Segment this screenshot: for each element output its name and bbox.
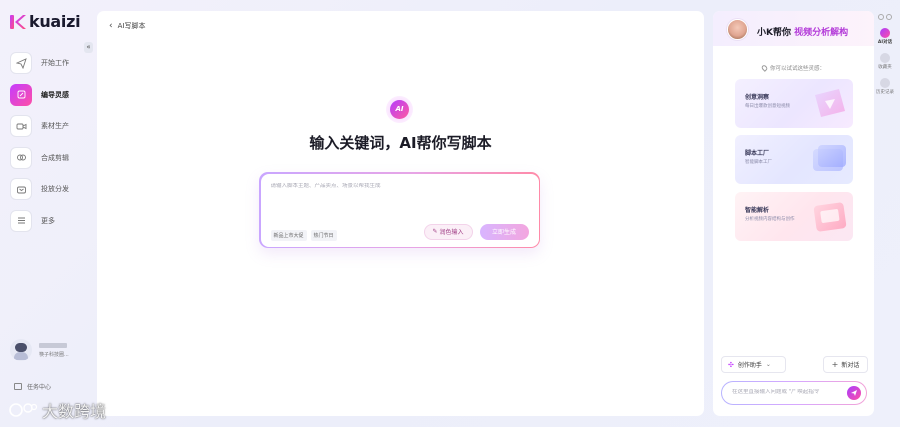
task-center-label: 任务中心: [27, 384, 52, 391]
sidebar-item-label: 投放分发: [41, 185, 69, 194]
rail-item-label: 历史记录: [876, 89, 894, 95]
location-pin-icon: [760, 64, 769, 72]
sidebar-nav: 开始工作 编导灵感 素材生产 合成剪辑 投放分发 更多: [10, 51, 69, 241]
collapse-sidebar-button[interactable]: «: [84, 42, 93, 53]
right-rail: AI对话 收藏夹 历史记录: [875, 14, 895, 124]
main-panel: ‹ AI写脚本 AI 输入关键词，AI帮你写脚本 新品上市大促 热门节日 ✎ 润…: [97, 11, 704, 416]
new-chat-label: 新对话: [841, 362, 860, 369]
rail-item-history[interactable]: 历史记录: [875, 77, 895, 96]
page-title: 输入关键词，AI帮你写脚本: [309, 134, 492, 152]
assistant-panel: 小K帮你 视频分析解构 你可以试试这些灵感： 创意洞察 每日出爆款创意短视频 脚…: [713, 11, 874, 416]
link-icon: [10, 146, 32, 169]
layers-illustration-icon: [813, 145, 846, 171]
watermark-logo-icon: [8, 400, 38, 420]
menu-icon: [10, 209, 32, 232]
user-name-redacted: [39, 342, 67, 348]
card-description: 分析视频内容结构与创作: [745, 217, 795, 222]
sidebar: kuaizi « 开始工作 编导灵感 素材生产 合成剪辑 投放分发 更多 筷子科…: [0, 0, 93, 427]
watermark: 大数跨境: [8, 398, 106, 422]
ai-logo-icon: AI: [390, 100, 409, 119]
prompt-input[interactable]: [270, 182, 526, 189]
sidebar-item-inspiration[interactable]: 编导灵感: [10, 83, 69, 107]
card-title: 创意洞察: [745, 94, 770, 101]
expand-icon[interactable]: [886, 14, 892, 20]
sidebar-item-start-work[interactable]: 开始工作: [10, 51, 69, 75]
sidebar-item-label: 合成剪辑: [41, 153, 69, 162]
assistant-title-highlight: 视频分析解构: [794, 28, 849, 38]
chevron-left-icon: ‹: [109, 20, 113, 31]
back-breadcrumb[interactable]: ‹ AI写脚本: [109, 21, 145, 31]
avatar: [10, 339, 32, 361]
assistant-title: 小K帮你 视频分析解构: [757, 25, 848, 38]
ai-badge: AI: [386, 96, 413, 123]
share-icon: [10, 178, 32, 201]
assistant-header: 小K帮你 视频分析解构: [713, 11, 874, 46]
chevron-down-icon: ⌄: [765, 361, 771, 368]
creation-helper-dropdown[interactable]: ✣ 创作助手 ⌄: [721, 356, 786, 373]
user-info: 筷子科技圈...: [39, 342, 69, 358]
sidebar-item-label: 更多: [41, 216, 55, 225]
sidebar-item-material[interactable]: 素材生产: [10, 114, 69, 138]
polish-input-button[interactable]: ✎ 润色输入: [423, 223, 473, 240]
feature-card-insight[interactable]: 创意洞察 每日出爆款创意短视频: [735, 79, 853, 128]
brand-logo[interactable]: kuaizi: [10, 12, 81, 31]
prompt-box-inner: 新品上市大促 热门节日 ✎ 润色输入 立即生成: [260, 173, 539, 247]
sidebar-item-label: 编导灵感: [41, 90, 69, 99]
prompt-box: 新品上市大促 热门节日 ✎ 润色输入 立即生成: [259, 172, 540, 248]
task-center-link[interactable]: 任务中心: [14, 382, 51, 391]
hint-text: 你可以试试这些灵感：: [769, 66, 825, 72]
sidebar-item-more[interactable]: 更多: [10, 209, 69, 233]
rail-window-controls: [875, 14, 895, 20]
task-icon: [14, 383, 22, 390]
prompt-tags: 新品上市大促 热门节日: [270, 229, 337, 241]
send-icon: [851, 390, 857, 396]
sidebar-item-label: 素材生产: [41, 122, 69, 131]
prism-illustration-icon: [815, 89, 845, 117]
watermark-text: 大数跨境: [42, 402, 107, 421]
generate-button[interactable]: 立即生成: [479, 223, 529, 240]
rail-item-ai-chat[interactable]: AI对话: [875, 28, 895, 46]
assistant-title-prefix: 小K帮你: [757, 28, 795, 38]
helper-dropdown-label: 创作助手: [737, 362, 762, 369]
prompt-tag[interactable]: 热门节日: [310, 229, 337, 241]
card-title: 智能解析: [745, 207, 770, 214]
sidebar-item-label: 开始工作: [41, 59, 69, 67]
rail-item-label: AI对话: [877, 40, 893, 45]
card-description: 每日出爆款创意短视频: [745, 104, 790, 109]
brand-name: kuaizi: [29, 12, 81, 31]
prompt-tag[interactable]: 新品上市大促: [270, 229, 307, 241]
plus-icon: +: [831, 360, 839, 369]
history-icon: [880, 77, 890, 88]
film-illustration-icon: [813, 202, 847, 232]
rail-item-label: 收藏夹: [878, 64, 892, 70]
rail-item-favorites[interactable]: 收藏夹: [875, 52, 895, 71]
paper-plane-icon: [10, 52, 32, 74]
feature-card-analysis[interactable]: 智能解析 分析视频内容结构与创作: [735, 192, 853, 241]
ai-chat-icon: [880, 28, 890, 38]
card-description: 智能脚本工厂: [745, 160, 772, 165]
settings-icon[interactable]: [878, 14, 884, 20]
pen-icon: [10, 83, 32, 106]
star-icon: [880, 52, 890, 63]
new-chat-button[interactable]: + 新对话: [823, 356, 868, 373]
chat-input-inner: [722, 382, 866, 404]
chat-input[interactable]: [732, 389, 842, 395]
suggestion-hint: 你可以试试这些灵感：: [713, 64, 874, 72]
sidebar-item-distribute[interactable]: 投放分发: [10, 177, 69, 201]
card-title: 脚本工厂: [745, 150, 770, 157]
chat-input-frame: [721, 381, 867, 405]
generate-label: 立即生成: [491, 229, 516, 236]
send-button[interactable]: [847, 386, 861, 400]
user-subtitle: 筷子科技圈...: [39, 351, 69, 358]
polish-input-label: 润色输入: [439, 229, 464, 236]
assistant-avatar: [727, 19, 748, 40]
user-profile[interactable]: 筷子科技圈...: [10, 339, 69, 361]
sparkle-icon: ✣: [728, 360, 734, 369]
magic-wand-icon: ✎: [432, 228, 438, 235]
feature-card-script-factory[interactable]: 脚本工厂 智能脚本工厂: [735, 135, 853, 184]
video-icon: [10, 115, 32, 138]
sidebar-item-edit[interactable]: 合成剪辑: [10, 146, 69, 170]
breadcrumb-label: AI写脚本: [117, 22, 146, 30]
kuaizi-logo-icon: [10, 14, 26, 29]
